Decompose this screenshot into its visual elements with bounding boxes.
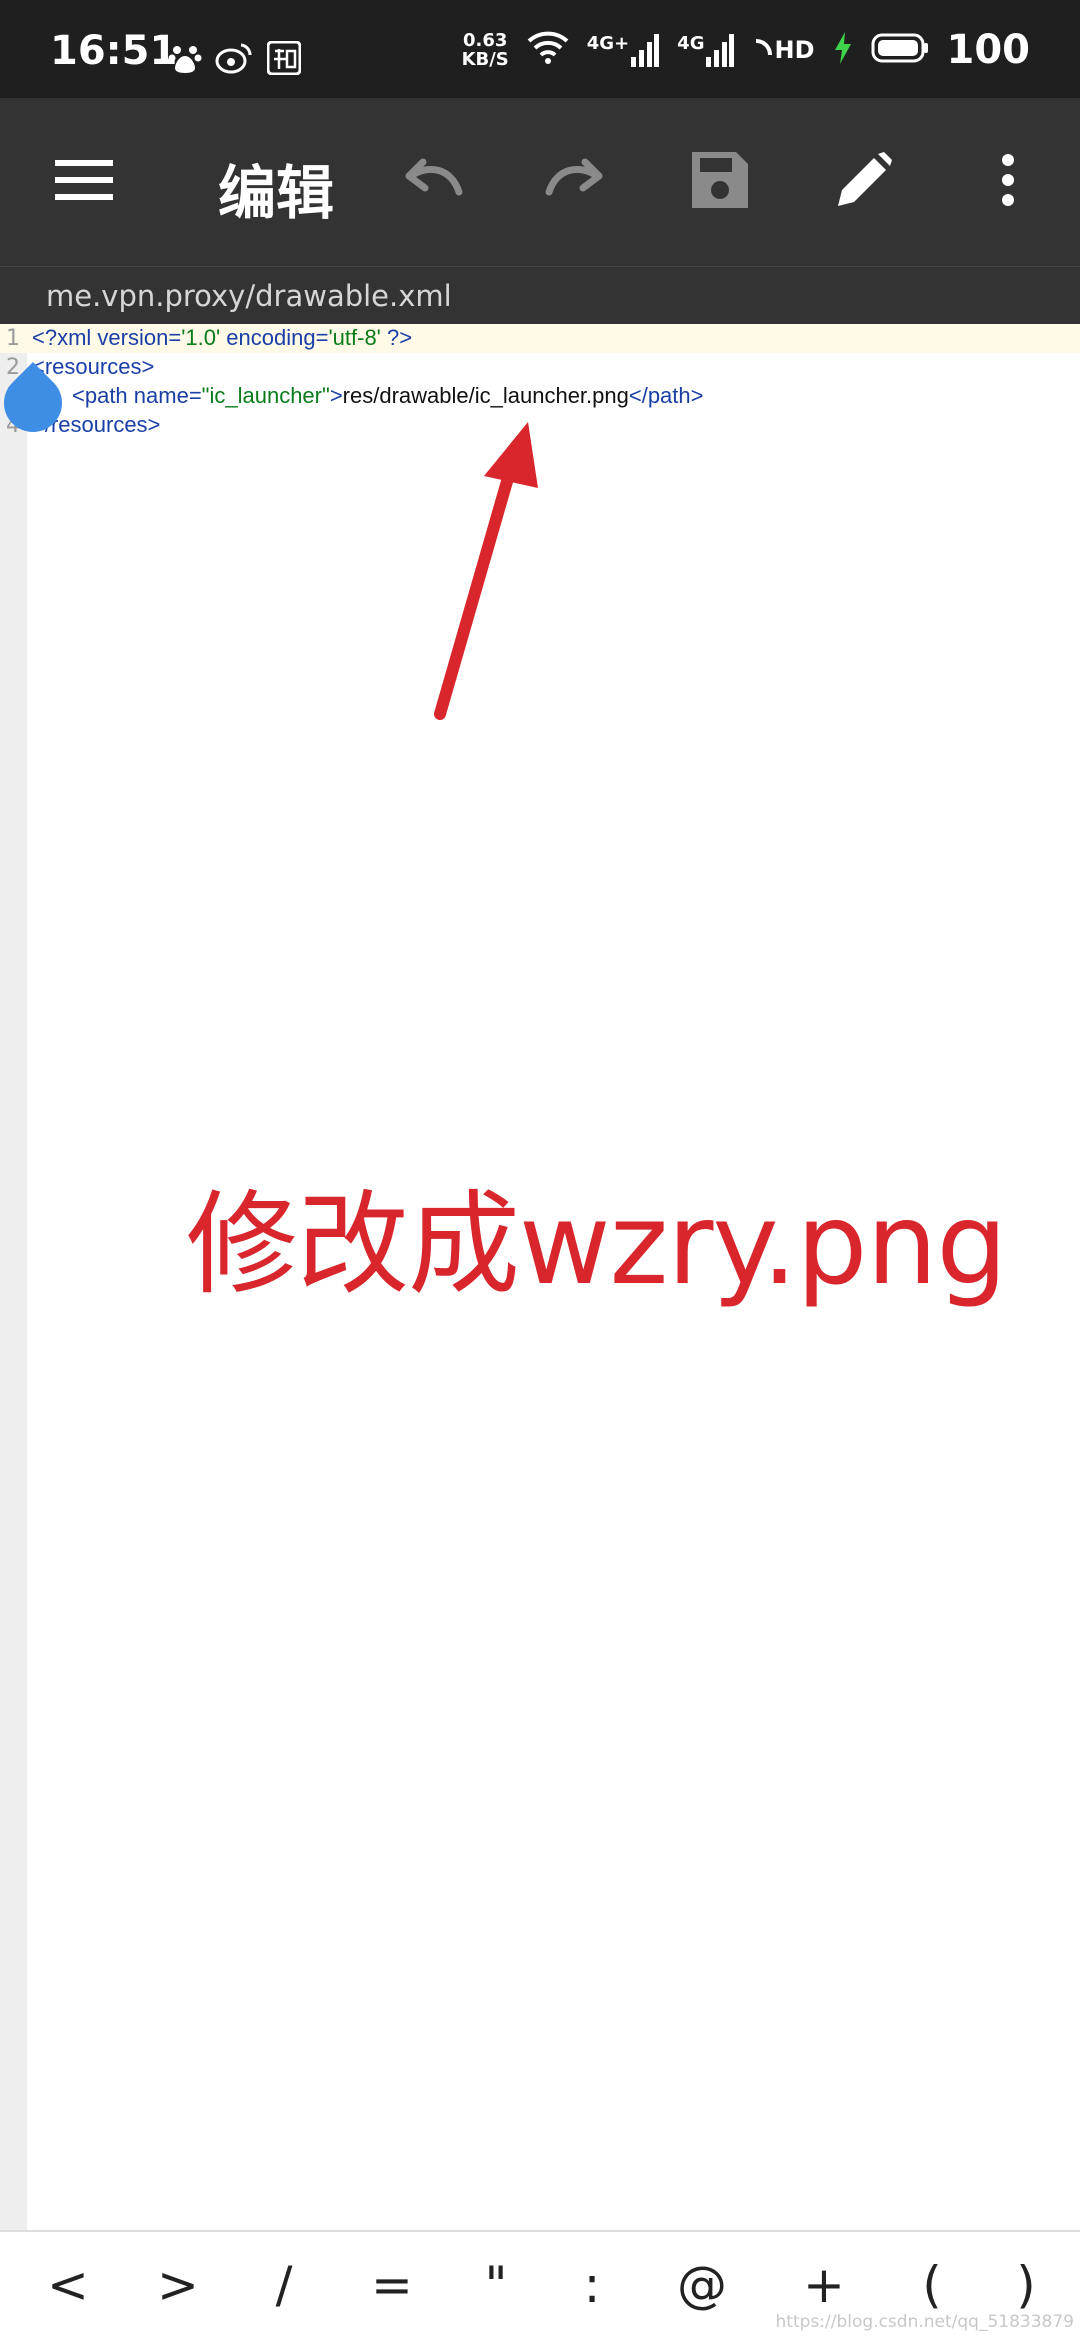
symbol-key[interactable]: > [138,2256,218,2314]
symbol-keyboard-bar: < > / = " : @ + ( ) https://blog.csdn.ne… [0,2230,1080,2342]
charging-icon [833,32,853,68]
symbol-key[interactable]: ( [892,2256,972,2314]
page-title: 编辑 [218,159,335,227]
symbol-key[interactable]: + [784,2256,864,2314]
hamburger-icon [55,158,113,206]
zhihu-icon [264,38,304,78]
save-icon [690,150,750,214]
status-bar: 16:51 0.63 KB/S 4G+ 4G HD 100 [0,0,1080,98]
status-icons: 0.63 KB/S 4G+ 4G HD 100 [461,27,1031,73]
hd-voice-icon: HD [752,35,815,65]
undo-button[interactable] [392,142,472,222]
net-speed: 0.63 KB/S [461,30,509,70]
edit-button[interactable] [824,142,904,222]
annotation-arrow [434,422,538,720]
more-vert-icon [1000,152,1016,212]
editor-toolbar: 编辑 [0,98,1080,266]
wifi-icon [527,31,569,69]
annotation-text: 修改成wzry.png [186,1180,1008,1310]
redo-icon [543,158,609,206]
battery-icon [871,32,929,68]
symbol-key[interactable]: < [28,2256,108,2314]
file-path-bar: me.vpn.proxy/drawable.xml [0,266,1080,325]
undo-icon [399,158,465,206]
symbol-key[interactable]: = [352,2256,432,2314]
save-button[interactable] [680,142,760,222]
battery-level: 100 [946,27,1031,73]
code-editor[interactable]: 1 <?xml version='1.0' encoding='utf-8' ?… [0,324,1080,2230]
more-options-button[interactable] [968,142,1048,222]
symbol-key[interactable]: : [552,2256,632,2314]
symbol-key[interactable]: " [456,2256,536,2314]
symbol-key[interactable]: @ [662,2256,742,2314]
status-time: 16:51 [50,28,178,74]
weibo-icon [214,38,254,78]
signal-4g-plus-icon: 4G+ [587,33,660,67]
symbol-key[interactable]: ) [986,2256,1066,2314]
symbol-key[interactable]: / [244,2256,324,2314]
baidu-icon [165,38,205,78]
pencil-icon [834,150,894,214]
file-path: me.vpn.proxy/drawable.xml [46,279,452,313]
menu-button[interactable] [44,142,124,222]
redo-button[interactable] [536,142,616,222]
signal-4g-icon: 4G [677,33,735,67]
watermark: https://blog.csdn.net/qq_51833879 [775,2312,1074,2332]
